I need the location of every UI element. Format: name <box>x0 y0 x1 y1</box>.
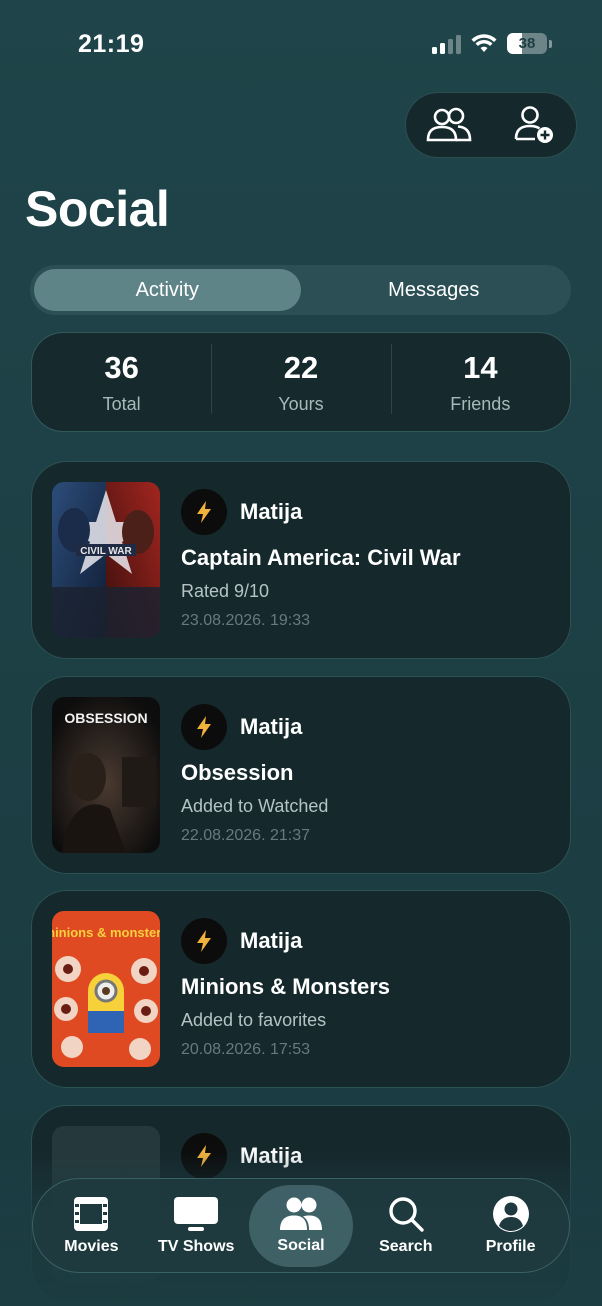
stat-label: Yours <box>278 393 324 414</box>
nav-social[interactable]: Social <box>248 1184 354 1267</box>
nav-profile[interactable]: Profile <box>458 1185 563 1267</box>
user-avatar[interactable] <box>181 489 227 535</box>
stat-yours[interactable]: 22 Yours <box>211 343 390 415</box>
page-title: Social <box>25 181 170 237</box>
film-icon <box>74 1197 109 1231</box>
activity-card[interactable]: OBSESSION Matija Obsession Added to Watc… <box>31 676 571 874</box>
nav-movies[interactable]: Movies <box>39 1185 144 1267</box>
svg-text:CIVIL WAR: CIVIL WAR <box>80 546 132 557</box>
movie-title[interactable]: Obsession <box>181 760 293 786</box>
search-icon <box>389 1197 424 1232</box>
user-avatar[interactable] <box>181 918 227 964</box>
cellular-signal-icon <box>432 34 461 54</box>
lightning-icon <box>197 716 211 738</box>
tv-icon <box>174 1197 219 1231</box>
stat-value: 22 <box>283 349 319 385</box>
stat-value: 36 <box>104 349 139 385</box>
lightning-icon <box>197 930 211 952</box>
activity-action: Added to Watched <box>181 796 329 816</box>
add-friend-icon <box>514 106 553 143</box>
svg-text:OBSESSION: OBSESSION <box>64 710 147 726</box>
activity-card[interactable]: CIVIL WAR Matija Captain America: Civil … <box>31 461 571 659</box>
activity-timestamp: 20.08.2026. 17:53 <box>181 1041 311 1058</box>
header-actions <box>405 92 577 158</box>
user-avatar[interactable] <box>181 704 227 750</box>
battery-indicator: 38 <box>507 33 547 54</box>
nav-label: TV Shows <box>157 1238 235 1255</box>
profile-icon <box>492 1196 529 1232</box>
activity-action: Added to favorites <box>181 1010 327 1030</box>
svg-text:minions & monsters: minions & monsters <box>52 925 160 940</box>
add-friend-button[interactable] <box>504 100 564 150</box>
status-icons: 38 <box>432 33 552 54</box>
activity-action: Rated 9/10 <box>181 581 270 601</box>
stats-summary: 36 Total 22 Yours 14 Friends <box>31 332 571 432</box>
stat-total[interactable]: 36 Total <box>32 350 211 415</box>
stat-friends[interactable]: 14 Friends <box>390 343 570 415</box>
movie-poster[interactable]: CIVIL WAR <box>52 482 160 638</box>
user-name[interactable]: Matija <box>240 499 302 525</box>
activity-card[interactable]: minions & monsters Matija Minions & Mons… <box>31 890 571 1088</box>
stat-label: Friends <box>450 393 511 414</box>
activity-messages-toggle: Activity Messages <box>30 265 571 315</box>
activity-timestamp: 22.08.2026. 21:37 <box>181 827 311 844</box>
tab-messages[interactable]: Messages <box>301 269 568 311</box>
friends-icon <box>426 107 471 142</box>
user-name[interactable]: Matija <box>240 928 302 954</box>
user-name[interactable]: Matija <box>240 714 302 740</box>
friends-button[interactable] <box>419 100 479 150</box>
lightning-icon <box>197 501 211 523</box>
movie-poster[interactable]: minions & monsters <box>52 911 160 1067</box>
nav-label: Search <box>379 1238 433 1255</box>
wifi-icon <box>471 33 497 52</box>
people-icon <box>279 1197 322 1230</box>
tab-activity[interactable]: Activity <box>34 269 301 311</box>
bottom-nav: Movies TV Shows Social Search Profile <box>32 1178 570 1273</box>
nav-label: Movies <box>64 1238 119 1255</box>
stat-value: 14 <box>463 349 498 385</box>
activity-timestamp: 23.08.2026. 19:33 <box>181 612 311 629</box>
movie-poster[interactable]: OBSESSION <box>52 697 160 853</box>
nav-search[interactable]: Search <box>353 1185 458 1267</box>
movie-title[interactable]: Minions & Monsters <box>181 974 390 1000</box>
nav-label: Profile <box>485 1238 536 1255</box>
movie-title[interactable]: Captain America: Civil War <box>181 545 461 571</box>
stat-label: Total <box>102 393 141 414</box>
social-screen: 21:19 38 Social Activity Messages 36 Tot… <box>0 0 602 1306</box>
status-time: 21:19 <box>78 30 145 58</box>
nav-label: Social <box>277 1237 325 1254</box>
nav-tv-shows[interactable]: TV Shows <box>144 1185 249 1267</box>
